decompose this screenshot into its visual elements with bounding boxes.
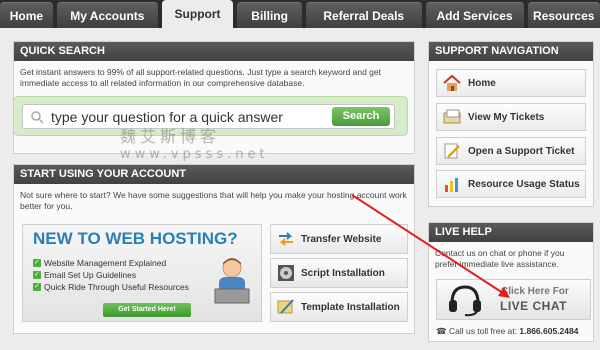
watermark: 魏艾斯博客 www.vpsss.net [120, 127, 269, 163]
red-arrow-annotation [351, 194, 510, 298]
